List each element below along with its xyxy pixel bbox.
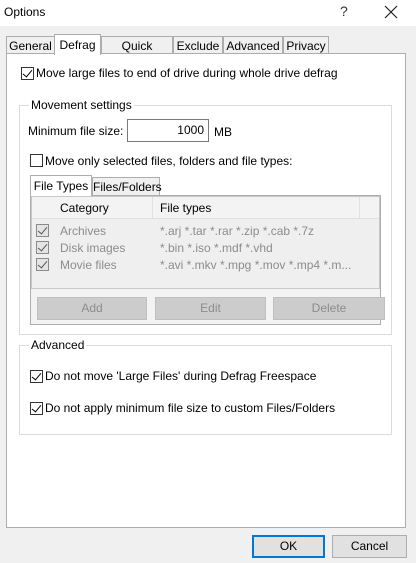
no-move-large-files-checkbox[interactable] xyxy=(30,370,43,383)
move-selected-checkbox[interactable] xyxy=(30,154,43,167)
window-title: Options xyxy=(4,5,46,19)
close-icon[interactable] xyxy=(384,5,398,19)
min-file-size-unit: MB xyxy=(214,125,232,139)
row-file-types: *.bin *.iso *.mdf *.vhd xyxy=(160,241,273,255)
row-file-types: *.avi *.mkv *.mpg *.mov *.mp4 *.m... xyxy=(160,258,352,272)
min-file-size-label: Minimum file size: xyxy=(28,124,124,138)
min-file-size-input[interactable]: 1000 xyxy=(127,119,209,142)
subtab-files-folders[interactable]: Files/Folders xyxy=(92,177,162,196)
tab-exclude[interactable]: Exclude xyxy=(173,36,223,54)
movement-settings-title: Movement settings xyxy=(29,98,134,112)
ok-button[interactable]: OK xyxy=(252,535,325,558)
delete-button[interactable]: Delete xyxy=(273,297,385,320)
tab-privacy[interactable]: Privacy xyxy=(283,36,329,54)
subtab-file-types[interactable]: File Types xyxy=(30,175,92,196)
no-min-size-label: Do not apply minimum file size to custom… xyxy=(45,401,336,415)
file-types-subpanel: Category File types Archives *.arj *.tar… xyxy=(30,195,385,325)
title-bar: Options ? xyxy=(0,0,416,26)
help-button[interactable]: ? xyxy=(340,3,348,19)
row-category: Archives xyxy=(60,224,107,238)
move-selected-label: Move only selected files, folders and fi… xyxy=(45,154,293,168)
list-header: Category File types xyxy=(32,197,379,219)
add-button[interactable]: Add xyxy=(37,297,147,320)
column-file-types[interactable]: File types xyxy=(160,201,211,215)
no-move-large-files-label: Do not move 'Large Files' during Defrag … xyxy=(45,369,317,383)
tab-advanced[interactable]: Advanced xyxy=(223,36,283,54)
column-divider xyxy=(152,197,153,219)
row-checkbox[interactable] xyxy=(36,241,49,254)
tab-quick-defrag[interactable]: Quick Defrag xyxy=(101,36,173,67)
move-large-files-label: Move large files to end of drive during … xyxy=(36,66,338,80)
column-category[interactable]: Category xyxy=(60,201,109,215)
tab-defrag[interactable]: Defrag xyxy=(54,34,101,55)
tab-general[interactable]: General xyxy=(6,36,55,54)
row-file-types: *.arj *.tar *.rar *.zip *.cab *.7z xyxy=(160,224,315,238)
edit-button[interactable]: Edit xyxy=(155,297,266,320)
advanced-group-title: Advanced xyxy=(29,338,87,352)
row-checkbox[interactable] xyxy=(36,258,49,271)
file-types-list[interactable]: Category File types Archives *.arj *.tar… xyxy=(31,196,380,289)
row-category: Disk images xyxy=(60,241,126,255)
column-divider xyxy=(359,197,360,219)
row-checkbox[interactable] xyxy=(36,224,49,237)
row-category: Movie files xyxy=(60,258,117,272)
no-min-size-checkbox[interactable] xyxy=(30,402,43,415)
advanced-group xyxy=(19,345,392,435)
defrag-panel: Move large files to end of drive during … xyxy=(6,53,406,528)
move-large-files-checkbox[interactable] xyxy=(21,67,34,80)
cancel-button[interactable]: Cancel xyxy=(332,535,407,558)
